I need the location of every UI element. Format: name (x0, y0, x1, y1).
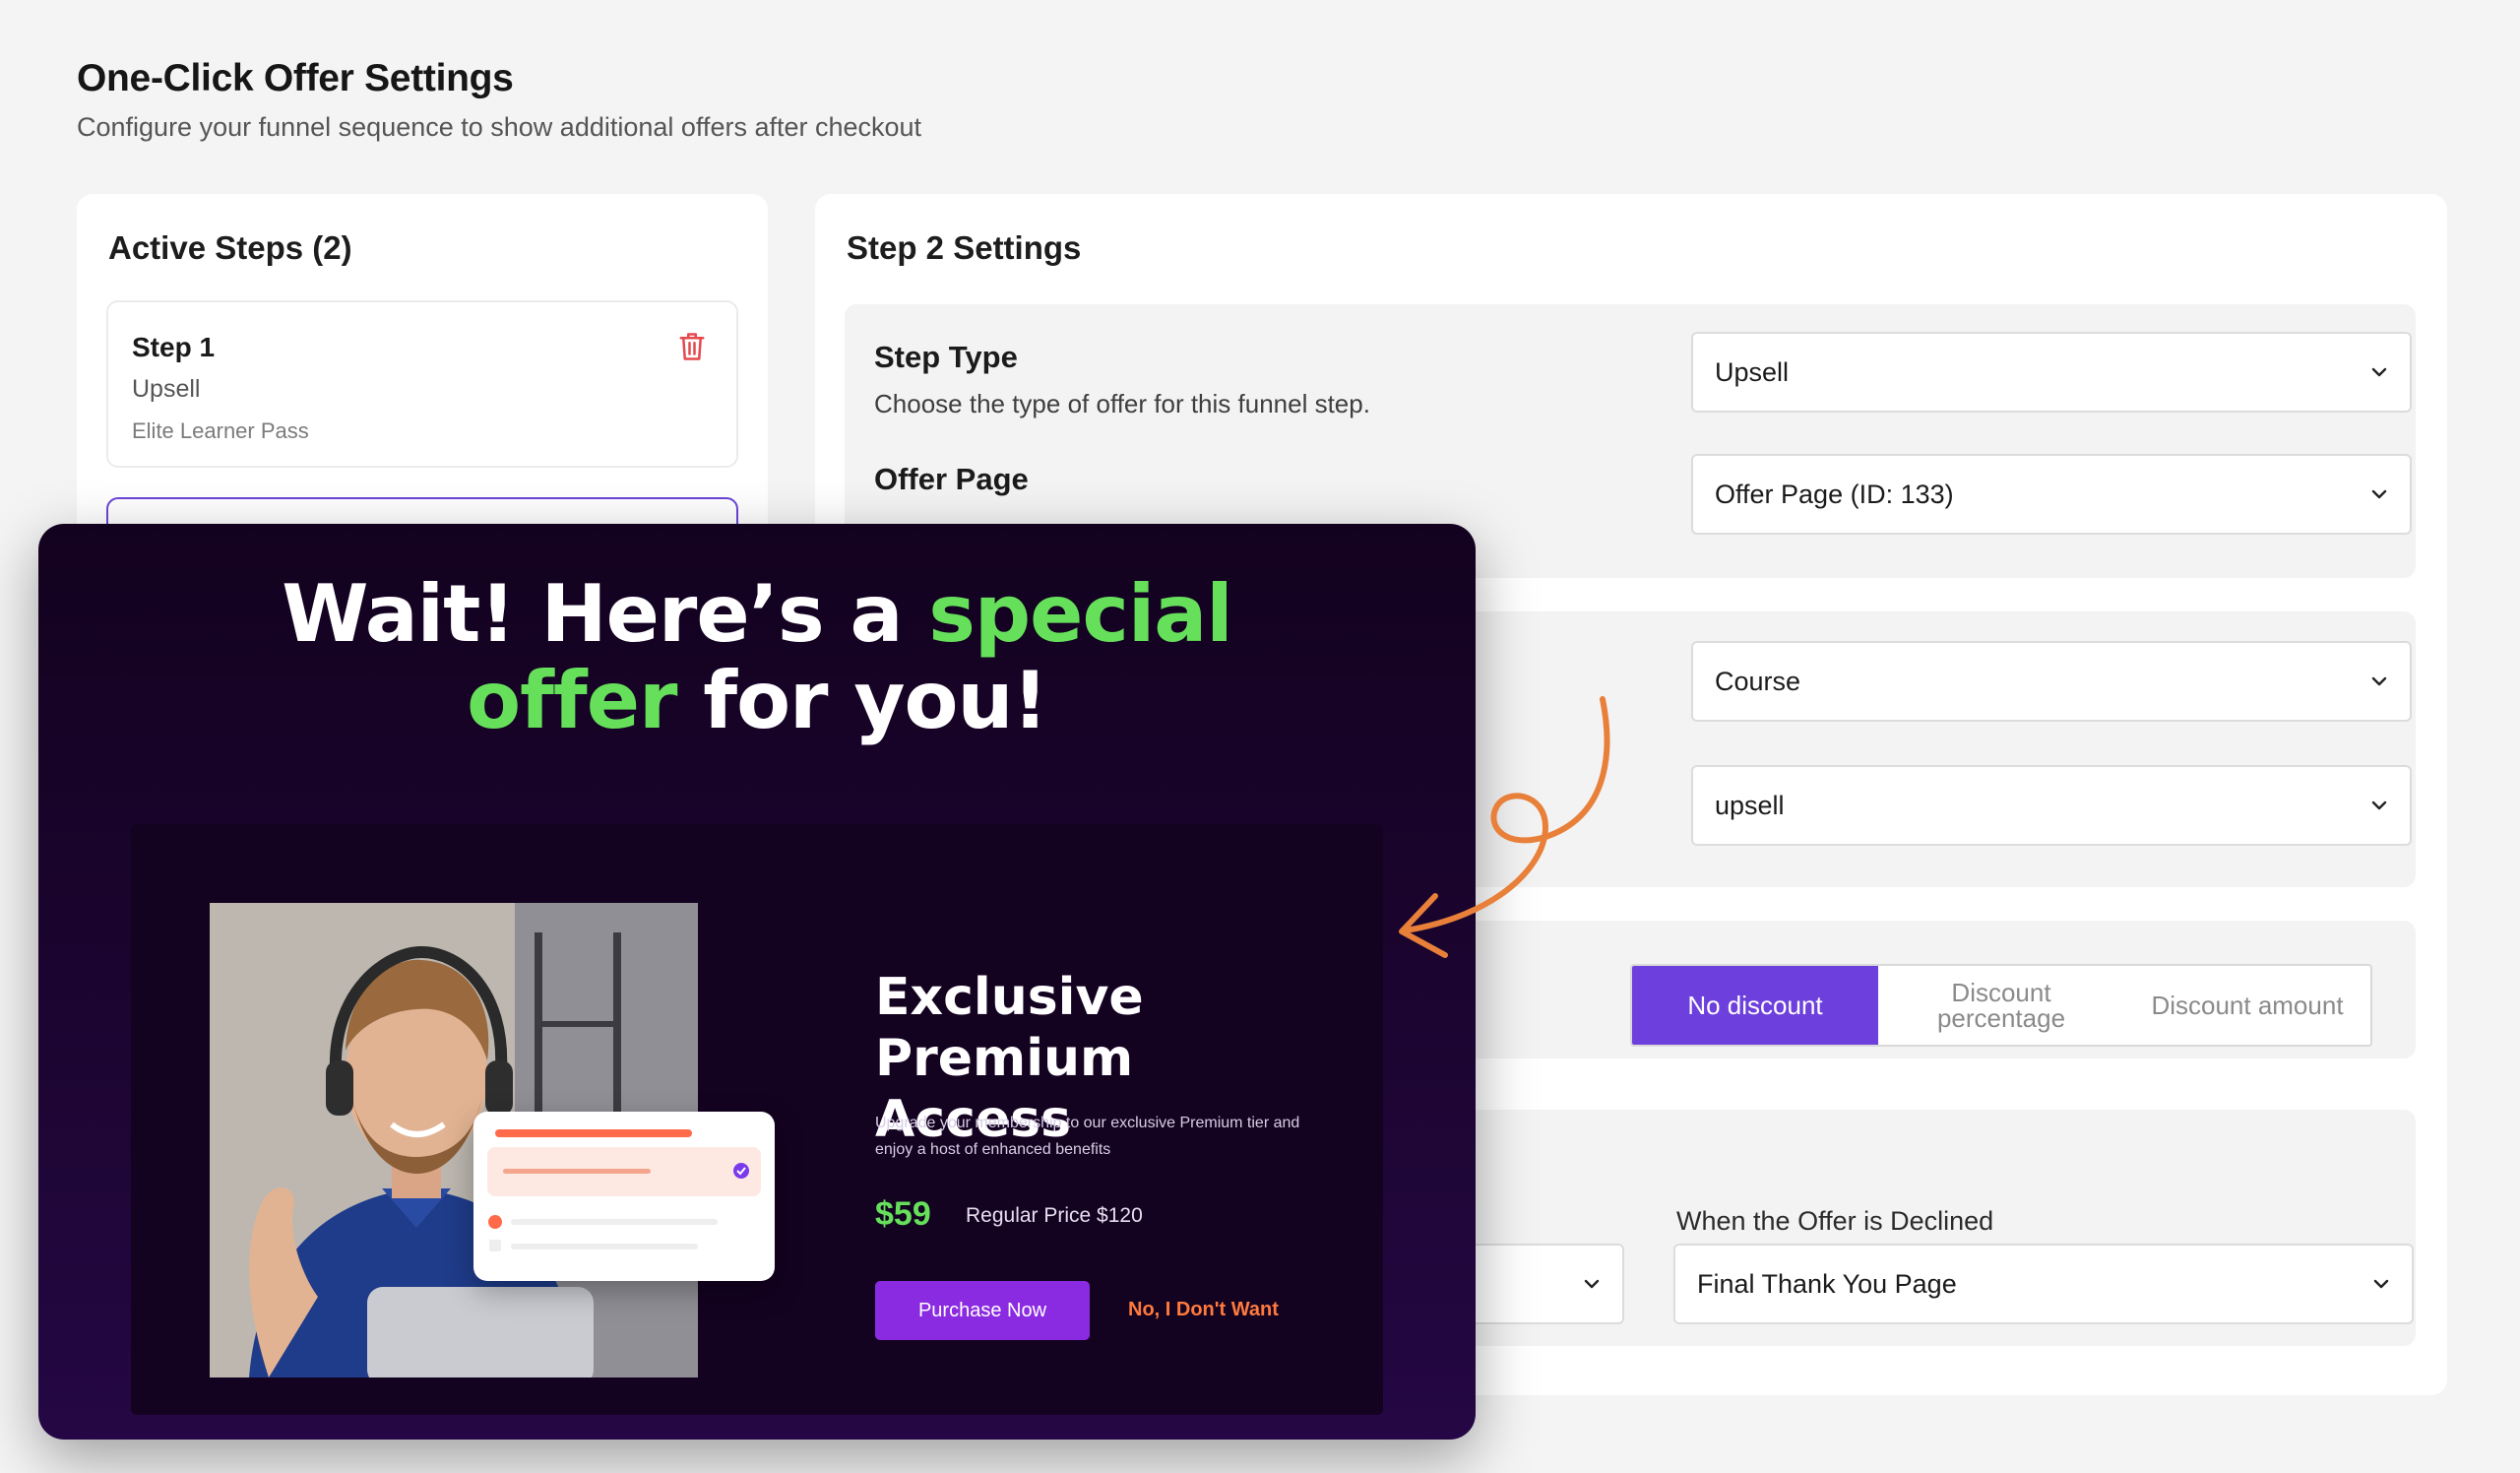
offer-page-select[interactable]: Offer Page (ID: 133) (1691, 454, 2412, 535)
offer-page-value: Offer Page (ID: 133) (1715, 479, 1954, 509)
decline-offer-link[interactable]: No, I Don't Want (1128, 1299, 1279, 1321)
chevron-down-icon (2371, 367, 2387, 377)
offer-price: $59 (875, 1195, 931, 1233)
step-settings-title: Step 2 Settings (847, 229, 1082, 266)
product-type-select[interactable]: Course (1691, 641, 2412, 722)
chevron-down-icon (2371, 801, 2387, 810)
chevron-down-icon (2371, 489, 2387, 499)
product-value: upsell (1715, 790, 1785, 820)
floating-ui-card (473, 1112, 775, 1281)
product-type-value: Course (1715, 666, 1801, 696)
curved-arrow-icon (1399, 696, 1610, 958)
discount-amount-button[interactable]: Discount amount (2124, 966, 2370, 1045)
trash-icon[interactable] (677, 330, 707, 363)
product-description: Upgrade your membership to our exclusive… (875, 1115, 1300, 1158)
promo-headline: Wait! Here’s a special offer for you! (38, 571, 1476, 744)
declined-action-select[interactable]: Final Thank You Page (1673, 1244, 2414, 1324)
page-subtitle: Configure your funnel sequence to show a… (77, 112, 922, 142)
regular-price: Regular Price $120 (966, 1204, 1143, 1227)
ui-card-illustration (487, 1129, 761, 1251)
declined-action-label: When the Offer is Declined (1676, 1206, 1994, 1236)
offer-page-preview: Wait! Here’s a special offer for you! Ex… (38, 524, 1476, 1440)
headline-highlight: offer (467, 655, 677, 746)
step-type-description: Choose the type of offer for this funnel… (874, 389, 1370, 418)
headline-text: Wait! Here’s a (282, 568, 929, 660)
chevron-down-icon (2373, 1279, 2389, 1289)
step-type-select[interactable]: Upsell (1691, 332, 2412, 413)
step-type-value: Upsell (1715, 356, 1790, 387)
step-type-label: Step Type (874, 340, 1018, 374)
headline-text: for you! (676, 655, 1048, 746)
offer-page-label: Offer Page (874, 462, 1029, 496)
headline-highlight: special (928, 568, 1232, 660)
step-product: Elite Learner Pass (132, 418, 309, 443)
promo-content: Exclusive Premium Access Upgrade your me… (131, 824, 1383, 1415)
no-discount-button[interactable]: No discount (1632, 966, 1878, 1045)
page-header: One-Click Offer Settings Configure your … (77, 57, 921, 143)
product-select[interactable]: upsell (1691, 765, 2412, 846)
chevron-down-icon (1584, 1279, 1600, 1289)
discount-segmented-control: No discount Discount percentage Discount… (1630, 964, 2372, 1047)
step-item-1[interactable]: Step 1 Upsell Elite Learner Pass (106, 300, 738, 468)
chevron-down-icon (2371, 676, 2387, 686)
step-name: Step 1 (132, 332, 216, 362)
page-title: One-Click Offer Settings (77, 57, 514, 99)
discount-percentage-button[interactable]: Discount percentage (1878, 966, 2124, 1045)
declined-action-value: Final Thank You Page (1697, 1268, 1957, 1299)
step-type: Upsell (132, 375, 201, 403)
active-steps-title: Active Steps (2) (108, 229, 352, 266)
purchase-now-button[interactable]: Purchase Now (875, 1281, 1090, 1340)
